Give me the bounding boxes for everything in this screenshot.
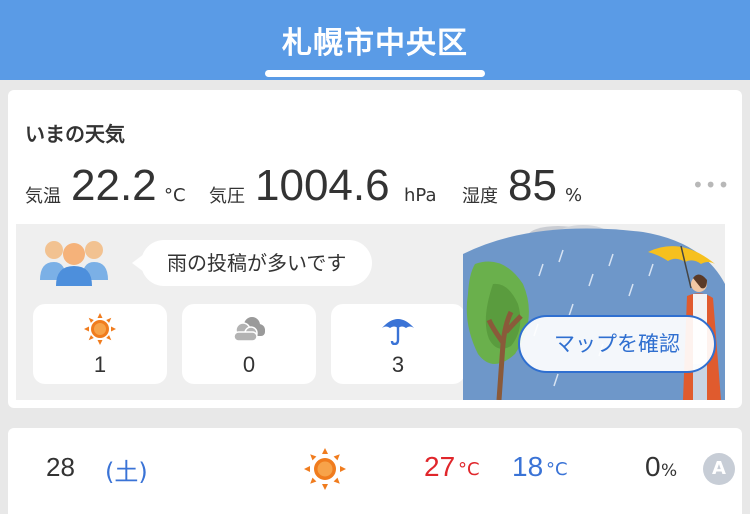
pressure-label: 気圧 xyxy=(209,186,245,207)
humidity-unit: % xyxy=(565,185,583,206)
forecast-low-temp: 18 xyxy=(512,451,544,482)
temperature-label: 気温 xyxy=(25,186,61,207)
forecast-row[interactable]: 28 (土) 27 °C 18 °C 0 % A xyxy=(8,428,742,514)
forecast-low-unit: °C xyxy=(546,459,568,480)
pressure-value: 1004.6 xyxy=(255,161,390,210)
temperature-unit: °C xyxy=(164,185,186,206)
pressure-unit: hPa xyxy=(404,185,437,206)
humidity-value: 85 xyxy=(508,161,557,210)
rainy-count: 3 xyxy=(391,352,405,377)
sun-icon xyxy=(304,448,346,490)
forecast-badge: A xyxy=(703,453,735,485)
forecast-day: 28 xyxy=(46,452,75,482)
cloud-icon xyxy=(233,317,265,342)
forecast-precip-unit: % xyxy=(661,461,678,481)
sun-icon xyxy=(84,313,116,345)
header-bar: 札幌市中央区 xyxy=(0,0,750,80)
rain-scene-illustration xyxy=(463,225,725,400)
report-message: 雨の投稿が多いです xyxy=(141,240,373,286)
forecast-high-unit: °C xyxy=(458,459,480,480)
forecast-precip: 0 xyxy=(645,451,661,482)
section-title: いまの天気 xyxy=(25,122,125,146)
map-button[interactable]: マップを確認 xyxy=(518,315,716,373)
current-weather-card: いまの天気 気温 22.2 °C 気圧 1004.6 hPa 湿度 85 % •… xyxy=(8,90,742,408)
cloudy-count-card[interactable]: 0 xyxy=(182,304,316,384)
cloudy-count: 0 xyxy=(242,352,256,377)
rainy-count-card[interactable]: 3 xyxy=(331,304,465,384)
sunny-count: 1 xyxy=(93,352,107,377)
more-horizontal-icon[interactable]: ••• xyxy=(692,173,730,197)
forecast-weekday: (土) xyxy=(105,458,148,486)
sunny-count-card[interactable]: 1 xyxy=(33,304,167,384)
temperature-value: 22.2 xyxy=(71,161,157,210)
humidity-label: 湿度 xyxy=(462,186,498,207)
tab-indicator xyxy=(265,70,485,77)
user-reports-panel: 雨の投稿が多いです 1 0 3 xyxy=(16,224,725,400)
location-title[interactable]: 札幌市中央区 xyxy=(0,18,750,62)
forecast-high-temp: 27 xyxy=(424,451,456,482)
people-icon xyxy=(40,241,108,286)
umbrella-icon xyxy=(382,319,414,345)
